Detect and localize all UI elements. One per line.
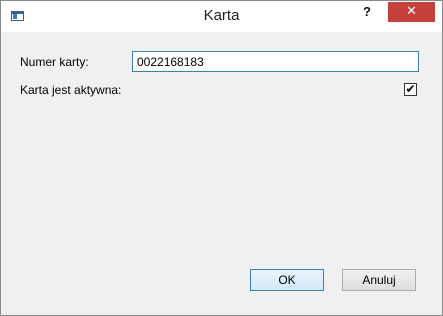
checkmark-icon: ✔ — [405, 82, 416, 96]
title-bar[interactable]: Karta ? ✕ — [1, 1, 442, 32]
card-number-label: Numer karty: — [20, 55, 89, 69]
close-button[interactable]: ✕ — [388, 2, 435, 22]
card-number-input[interactable] — [132, 51, 419, 72]
dialog-content: Numer karty: Karta jest aktywna: ✔ OK An… — [8, 39, 435, 306]
card-active-checkbox[interactable]: ✔ — [404, 83, 417, 96]
ok-button[interactable]: OK — [250, 269, 324, 291]
help-button[interactable]: ? — [353, 1, 381, 22]
close-icon: ✕ — [406, 4, 417, 19]
card-active-label: Karta jest aktywna: — [20, 83, 122, 97]
dialog-window: Karta ? ✕ Numer karty: Karta jest aktywn… — [0, 0, 443, 316]
cancel-button[interactable]: Anuluj — [342, 269, 416, 291]
